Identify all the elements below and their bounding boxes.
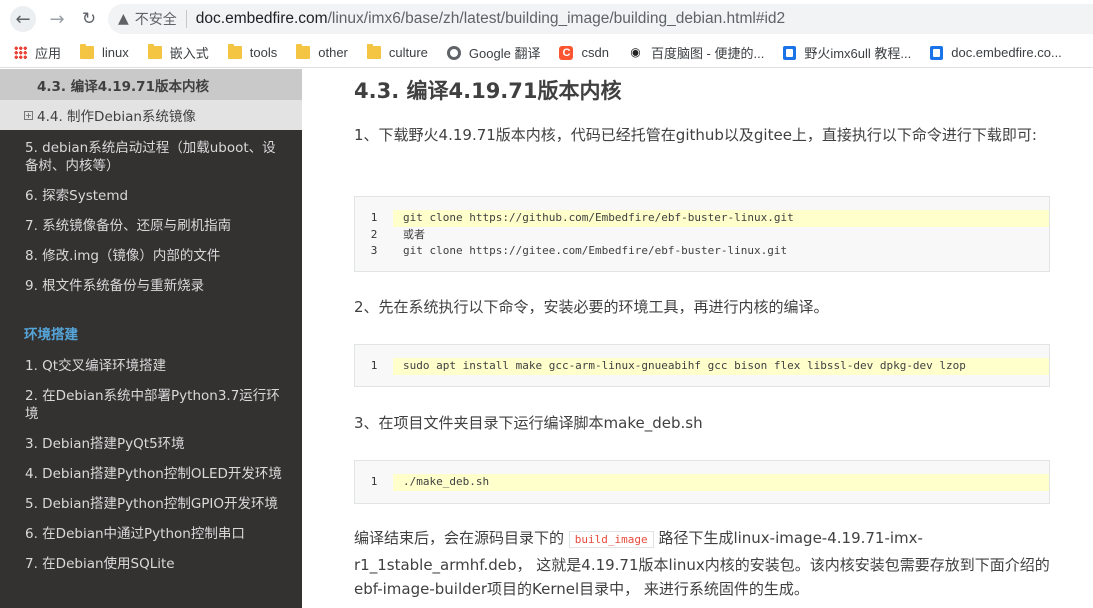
bookmark-label: 嵌入式 <box>169 46 209 61</box>
divider <box>185 10 187 28</box>
line-numbers: 1 <box>355 474 393 491</box>
sidebar-item-pyqt5[interactable]: 3. Debian搭建PyQt5环境 <box>0 429 302 459</box>
step2-text: 2、先在系统执行以下命令，安装必要的环境工具，再进行内核的编译。 <box>354 298 829 316</box>
code-block-clone: 1 2 3 git clone https://github.com/Embed… <box>354 196 1050 272</box>
bookmark-label: csdn <box>581 45 609 60</box>
url-text[interactable]: doc.embedfire.com/linux/imx6/base/zh/lat… <box>196 10 785 28</box>
bookmark-label: other <box>318 45 348 60</box>
sidebar-item-sqlite[interactable]: 7. 在Debian使用SQLite <box>0 549 302 579</box>
url-host: doc.embedfire.com <box>195 10 328 27</box>
line-number: 1 <box>370 211 378 224</box>
security-label: 不安全 <box>134 12 177 28</box>
folder-icon <box>296 44 311 59</box>
folder-icon <box>366 44 381 59</box>
url-path: /linux/imx6/base/zh/latest/building_imag… <box>327 10 786 27</box>
step3-text: 3、在项目文件夹目录下运行编译脚本make_deb.sh <box>354 414 703 432</box>
sidebar-item-python37[interactable]: 2. 在Debian系统中部署Python3.7运行环境 <box>0 381 302 429</box>
sidebar-item-serial[interactable]: 6. 在Debian中通过Python控制串口 <box>0 519 302 549</box>
address-bar[interactable]: ▲ 不安全 doc.embedfire.com/linux/imx6/base/… <box>108 4 1093 34</box>
sidebar-item-modify-img[interactable]: 8. 修改.img（镜像）内部的文件 <box>0 241 302 271</box>
code-lines: git clone https://github.com/Embedfire/e… <box>393 210 1049 260</box>
warning-icon: ▲ <box>118 11 129 27</box>
code-lines: sudo apt install make gcc-arm-linux-gnue… <box>393 358 1049 375</box>
sidebar-item-rootfs-backup[interactable]: 9. 根文件系统备份与重新烧录 <box>0 271 302 301</box>
code-line: sudo apt install make gcc-arm-linux-gnue… <box>393 358 1049 375</box>
bookmark-label: 野火imx6ull 教程... <box>804 46 912 61</box>
sidebar-item-gpio[interactable]: 5. Debian搭建Python控制GPIO开发环境 <box>0 489 302 519</box>
final-paragraph: 编译结束后，会在源码目录下的 build_image 路径下生成linux-im… <box>354 526 1054 602</box>
code-line: 或者 <box>403 227 425 241</box>
step1-text: 1、下载野火4.19.71版本内核，代码已经托管在github以及gitee上，… <box>354 126 1037 144</box>
bookmark-label: Google 翻译 <box>468 46 541 61</box>
globe-icon <box>446 45 461 60</box>
bookmark-label: tools <box>249 45 278 60</box>
bookmark-label: doc.embedfire.co... <box>951 45 1062 60</box>
bookmark-culture[interactable]: culture <box>366 44 428 60</box>
line-number: 3 <box>370 244 378 257</box>
bookmark-baidu-naotu[interactable]: ◉ 百度脑图 - 便捷的... <box>628 43 764 62</box>
line-number: 1 <box>370 475 378 488</box>
bookmark-label: culture <box>388 45 428 60</box>
sidebar-item-backup-restore[interactable]: 7. 系统镜像备份、还原与刷机指南 <box>0 211 302 241</box>
final-text-before: 编译结束后，会在源码目录下的 <box>354 529 565 547</box>
forward-arrow-icon[interactable]: → <box>44 6 70 32</box>
bookmark-apps[interactable]: 应用 <box>14 43 61 62</box>
line-number: 2 <box>370 227 378 241</box>
main-content: 4.3. 编译4.19.71版本内核 1、下载野火4.19.71版本内核，代码已… <box>302 69 1093 608</box>
code-line: git clone https://gitee.com/Embedfire/eb… <box>403 244 788 257</box>
sidebar-item-current[interactable]: 4.3. 编译4.19.71版本内核 <box>0 69 302 100</box>
doc-icon <box>930 45 944 60</box>
sidebar-item-boot-process[interactable]: 5. debian系统启动过程（加载uboot、设备树、内核等） <box>0 133 302 181</box>
bookmark-csdn[interactable]: Ccsdn <box>559 45 609 60</box>
browser-toolbar: ← → ↻ ▲ 不安全 doc.embedfire.com/linux/imx6… <box>0 0 1093 38</box>
code-block-apt: 1 sudo apt install make gcc-arm-linux-gn… <box>354 344 1050 387</box>
bookmark-other[interactable]: other <box>296 44 348 60</box>
reload-icon[interactable]: ↻ <box>76 6 102 32</box>
bookmark-embedfire-tutorial[interactable]: 野火imx6ull 教程... <box>783 43 911 62</box>
bookmark-label: linux <box>102 45 129 60</box>
code-lines: ./make_deb.sh <box>393 474 1049 491</box>
back-arrow-icon[interactable]: ← <box>10 6 36 32</box>
bookmark-label: 应用 <box>35 46 62 61</box>
csdn-icon: C <box>559 45 574 60</box>
code-block-make: 1 ./make_deb.sh <box>354 460 1050 504</box>
sidebar-item-systemd[interactable]: 6. 探索Systemd <box>0 181 302 211</box>
bookmark-linux[interactable]: linux <box>80 44 129 60</box>
bookmark-embedfire-doc[interactable]: doc.embedfire.co... <box>930 45 1062 60</box>
line-number: 1 <box>370 359 378 372</box>
code-line: git clone https://github.com/Embedfire/e… <box>393 210 1049 227</box>
code-line: ./make_deb.sh <box>393 474 1049 491</box>
folder-icon <box>80 44 95 59</box>
folder-icon <box>147 44 162 59</box>
bookmark-embedded[interactable]: 嵌入式 <box>147 43 209 62</box>
sidebar-nav: 4.3. 编译4.19.71版本内核 +4.4. 制作Debian系统镜像 5.… <box>0 69 302 608</box>
page-title: 4.3. 编译4.19.71版本内核 <box>354 79 622 103</box>
sidebar-item-oled[interactable]: 4. Debian搭建Python控制OLED开发环境 <box>0 459 302 489</box>
sidebar-item-debian-image[interactable]: +4.4. 制作Debian系统镜像 <box>0 100 302 130</box>
sidebar-item-label: 4.4. 制作Debian系统镜像 <box>37 109 196 125</box>
line-numbers: 1 2 3 <box>355 210 393 260</box>
apps-icon <box>14 46 27 59</box>
folder-icon <box>227 44 242 59</box>
doc-icon <box>783 45 797 60</box>
bookmark-tools[interactable]: tools <box>227 44 278 60</box>
sidebar-caption: 环境搭建 <box>24 327 78 343</box>
bookmark-label: 百度脑图 - 便捷的... <box>650 46 765 61</box>
bookmarks-bar: 应用 linux 嵌入式 tools other culture Google … <box>0 38 1093 68</box>
line-numbers: 1 <box>355 358 393 375</box>
expand-icon[interactable]: + <box>24 110 33 120</box>
sidebar-item-qt-cross[interactable]: 1. Qt交叉编译环境搭建 <box>0 351 302 381</box>
baidu-icon: ◉ <box>630 45 641 59</box>
bookmark-google-translate[interactable]: Google 翻译 <box>446 43 541 62</box>
inline-code-build-image: build_image <box>568 531 654 548</box>
